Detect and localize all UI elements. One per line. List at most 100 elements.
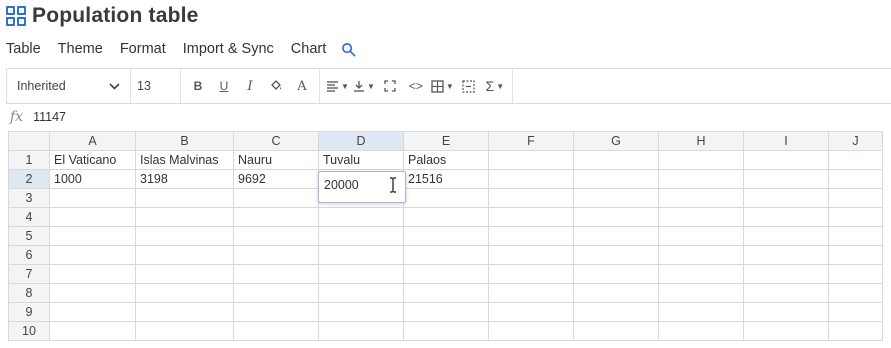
bold-button[interactable]: B [187,74,209,98]
align-left-icon[interactable]: ▼ [326,74,349,98]
cell-d5[interactable] [318,226,404,246]
menu-item-theme[interactable]: Theme [58,41,103,57]
cell-i4[interactable] [743,207,829,227]
cell-i8[interactable] [743,283,829,303]
cell-f7[interactable] [488,264,574,284]
cell-b6[interactable] [135,245,234,265]
cell-b2[interactable]: 3198 [135,169,234,189]
font-size-input[interactable]: 13 [131,69,181,103]
font-family-select[interactable]: Inherited [7,69,131,103]
cell-i2[interactable] [743,169,829,189]
column-header-f[interactable]: F [488,131,574,151]
cell-f10[interactable] [488,321,574,341]
cell-e7[interactable] [403,264,489,284]
cell-j1[interactable] [828,150,883,170]
cell-g1[interactable] [573,150,659,170]
cell-d6[interactable] [318,245,404,265]
cell-f6[interactable] [488,245,574,265]
column-header-c[interactable]: C [233,131,319,151]
column-header-d[interactable]: D [318,131,404,151]
column-header-e[interactable]: E [403,131,489,151]
cell-i10[interactable] [743,321,829,341]
code-button[interactable]: <> [405,74,427,98]
cell-j7[interactable] [828,264,883,284]
column-header-g[interactable]: G [573,131,659,151]
row-header[interactable]: 5 [8,226,50,246]
cell-j5[interactable] [828,226,883,246]
cell-c4[interactable] [233,207,319,227]
cell-f5[interactable] [488,226,574,246]
row-header[interactable]: 8 [8,283,50,303]
cell-h4[interactable] [658,207,744,227]
cell-f8[interactable] [488,283,574,303]
row-header[interactable]: 3 [8,188,50,208]
cell-a2[interactable]: 1000 [49,169,136,189]
cell-e2[interactable]: 21516 [403,169,489,189]
cell-d8[interactable] [318,283,404,303]
cell-j4[interactable] [828,207,883,227]
cell-e4[interactable] [403,207,489,227]
cell-d4[interactable] [318,207,404,227]
cell-a1[interactable]: El Vaticano [49,150,136,170]
cell-a8[interactable] [49,283,136,303]
menu-item-chart[interactable]: Chart [291,41,326,57]
column-header-a[interactable]: A [49,131,136,151]
cell-i7[interactable] [743,264,829,284]
column-header-i[interactable]: I [743,131,829,151]
cell-j6[interactable] [828,245,883,265]
italic-button[interactable]: I [239,74,261,98]
cell-g2[interactable] [573,169,659,189]
cell-i9[interactable] [743,302,829,322]
cell-e8[interactable] [403,283,489,303]
cell-b5[interactable] [135,226,234,246]
menu-item-import-sync[interactable]: Import & Sync [183,41,274,57]
fill-color-icon[interactable] [265,74,287,98]
cell-e1[interactable]: Palaos [403,150,489,170]
cell-i1[interactable] [743,150,829,170]
underline-button[interactable]: U [213,74,235,98]
cell-j10[interactable] [828,321,883,341]
cell-g3[interactable] [573,188,659,208]
cell-b4[interactable] [135,207,234,227]
cell-i6[interactable] [743,245,829,265]
corner-cell[interactable] [8,131,50,151]
cell-g6[interactable] [573,245,659,265]
cell-h5[interactable] [658,226,744,246]
row-header[interactable]: 9 [8,302,50,322]
cell-c8[interactable] [233,283,319,303]
formula-bar[interactable]: fx 11147 [6,107,66,127]
expand-icon[interactable] [379,74,401,98]
cell-c3[interactable] [233,188,319,208]
cell-h7[interactable] [658,264,744,284]
cell-g10[interactable] [573,321,659,341]
cell-a6[interactable] [49,245,136,265]
cell-a3[interactable] [49,188,136,208]
cell-j3[interactable] [828,188,883,208]
vertical-align-icon[interactable]: ▼ [353,74,375,98]
cell-a4[interactable] [49,207,136,227]
cell-d9[interactable] [318,302,404,322]
cell-h10[interactable] [658,321,744,341]
cell-f1[interactable] [488,150,574,170]
cell-f2[interactable] [488,169,574,189]
cell-d10[interactable] [318,321,404,341]
cell-j9[interactable] [828,302,883,322]
cell-g8[interactable] [573,283,659,303]
cell-f3[interactable] [488,188,574,208]
cell-c5[interactable] [233,226,319,246]
text-color-button[interactable]: A [291,74,313,98]
column-header-j[interactable]: J [828,131,883,151]
cell-a7[interactable] [49,264,136,284]
cell-g5[interactable] [573,226,659,246]
cell-i3[interactable] [743,188,829,208]
cell-b7[interactable] [135,264,234,284]
row-header[interactable]: 6 [8,245,50,265]
row-header[interactable]: 1 [8,150,50,170]
column-header-b[interactable]: B [135,131,234,151]
cell-b9[interactable] [135,302,234,322]
cell-b10[interactable] [135,321,234,341]
cell-b1[interactable]: Islas Malvinas [135,150,234,170]
cell-c1[interactable]: Nauru [233,150,319,170]
row-header[interactable]: 10 [8,321,50,341]
cell-h9[interactable] [658,302,744,322]
